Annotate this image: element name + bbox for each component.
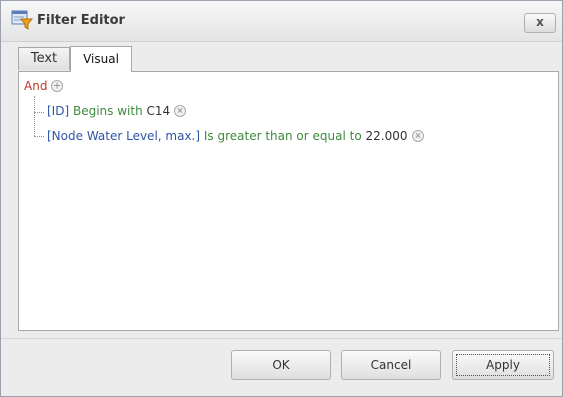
condition-row: [Node Water Level, max.] Is greater than…: [47, 129, 424, 143]
dialog-title: Filter Editor: [37, 13, 125, 28]
condition-value[interactable]: C14: [147, 104, 171, 118]
remove-condition-icon[interactable]: [411, 129, 424, 142]
apply-button[interactable]: Apply: [452, 350, 554, 380]
filter-tree-panel: And [ID] Begins with C14 [Node Water Lev…: [18, 71, 559, 331]
footer-divider: [1, 338, 562, 339]
ok-button[interactable]: OK: [231, 350, 331, 380]
add-condition-icon[interactable]: [51, 79, 64, 92]
condition-field[interactable]: [ID]: [47, 104, 69, 118]
filter-editor-icon: [11, 10, 34, 30]
close-icon: x: [536, 15, 544, 29]
condition-field[interactable]: [Node Water Level, max.]: [47, 129, 200, 143]
tree-branch: [34, 112, 44, 113]
close-button[interactable]: x: [524, 13, 556, 33]
group-node-and: And: [24, 79, 64, 93]
tree-branch: [34, 136, 44, 137]
group-operator[interactable]: And: [24, 79, 47, 93]
title-bar: Filter Editor x: [1, 1, 562, 42]
tab-text[interactable]: Text: [18, 47, 70, 70]
condition-operator[interactable]: Is greater than or equal to: [204, 129, 362, 143]
remove-condition-icon[interactable]: [174, 104, 187, 117]
tree-connector: [34, 96, 35, 136]
condition-operator[interactable]: Begins with: [73, 104, 143, 118]
condition-value[interactable]: 22.000: [366, 129, 408, 143]
apply-button-label: Apply: [456, 354, 550, 376]
condition-row: [ID] Begins with C14: [47, 104, 187, 118]
filter-editor-dialog: Filter Editor x Text Visual And [ID] Beg…: [0, 0, 563, 397]
cancel-button[interactable]: Cancel: [341, 350, 441, 380]
tab-visual[interactable]: Visual: [70, 46, 132, 72]
